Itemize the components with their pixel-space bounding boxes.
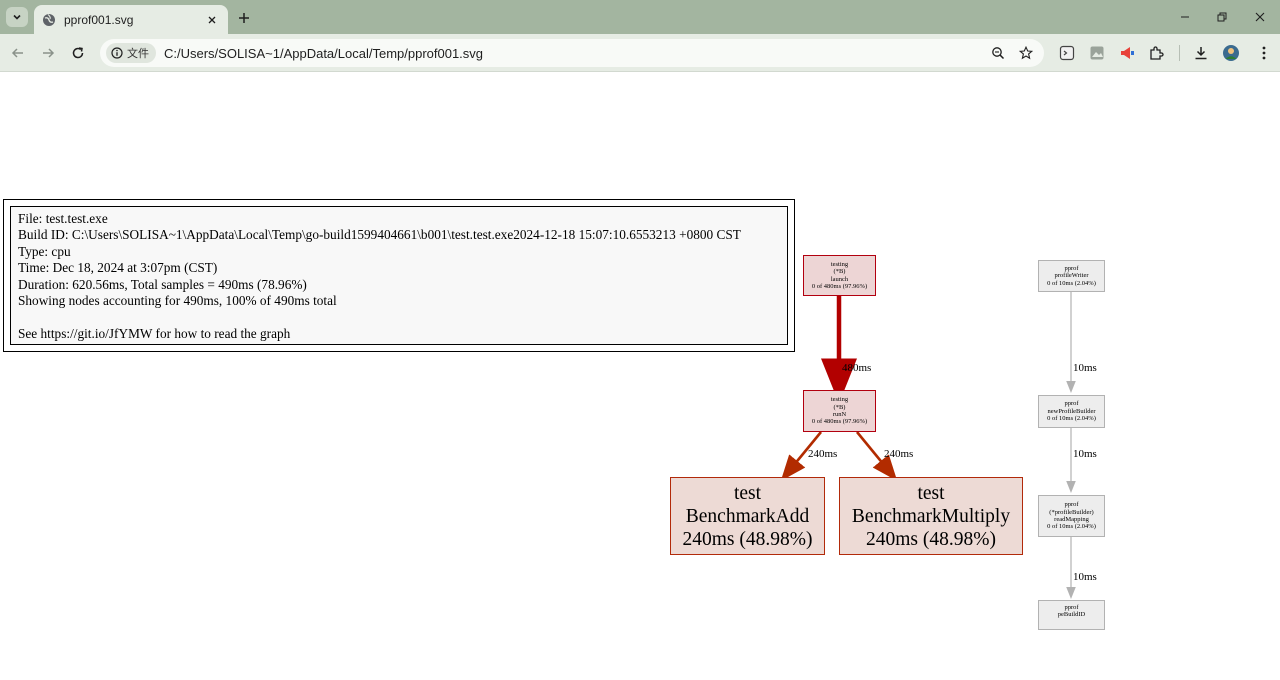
edge-label-runN-multiply: 240ms [884, 448, 914, 460]
legend-box: File: test.test.exe Build ID: C:\Users\S… [3, 199, 795, 352]
terminal-extension-icon [1059, 45, 1075, 61]
node-pprof-readMapping[interactable]: pprof (*profileBuilder) readMapping 0 of… [1038, 495, 1105, 537]
chevron-down-icon [13, 14, 21, 20]
zoom-icon[interactable] [988, 43, 1008, 63]
extension-button-3[interactable] [1117, 43, 1137, 63]
tab-pprof001[interactable]: pprof001.svg [34, 5, 228, 34]
legend-build-id: Build ID: C:\Users\SOLISA~1\AppData\Loca… [18, 227, 741, 243]
node-label: runN [832, 411, 847, 418]
edge-label-writer-builder: 10ms [1073, 362, 1097, 374]
reload-icon [72, 47, 84, 59]
window-close-icon [1255, 12, 1265, 22]
node-label: profileWriter [1054, 272, 1089, 280]
legend-duration: Duration: 620.56ms, Total samples = 490m… [18, 276, 307, 292]
profile-avatar [1223, 45, 1239, 61]
legend-showing: Showing nodes accounting for 490ms, 100%… [18, 292, 337, 308]
tab-list-button[interactable] [6, 7, 28, 27]
extension-button-1[interactable] [1057, 43, 1077, 63]
extensions-button[interactable] [1147, 43, 1167, 63]
node-pprof-peBuildID[interactable]: pprof peBuildID [1038, 600, 1105, 630]
legend-time: Time: Dec 18, 2024 at 3:07pm (CST) [18, 260, 218, 276]
site-info-chip[interactable]: 文件 [106, 43, 156, 63]
info-icon [111, 47, 123, 59]
forward-icon [43, 48, 55, 58]
node-label: pprof [1064, 400, 1079, 408]
node-label: launch [830, 275, 849, 283]
new-tab-button[interactable] [234, 8, 254, 28]
legend-spacer [18, 309, 780, 325]
restore-icon [1217, 12, 1227, 22]
edge-label-runN-add: 240ms [808, 448, 838, 460]
node-label: 240ms (48.98%) [682, 528, 813, 550]
address-bar[interactable]: 文件 C:/Users/SOLISA~1/AppData/Local/Temp/… [100, 39, 1044, 67]
legend-panel: File: test.test.exe Build ID: C:\Users\S… [10, 206, 788, 345]
node-label: 0 of 480ms (97.96%) [811, 418, 868, 426]
plus-icon [239, 13, 249, 23]
site-chip-label: 文件 [127, 48, 149, 60]
node-testing-runN[interactable]: testing (*B) runN 0 of 480ms (97.96%) [803, 390, 876, 432]
node-label: (*B) [833, 403, 846, 411]
node-label: pprof [1064, 604, 1079, 611]
megaphone-icon [1121, 47, 1134, 59]
edge-label-builder-mapping: 10ms [1073, 448, 1097, 460]
node-label: 0 of 10ms (2.04%) [1047, 523, 1096, 531]
node-benchmark-add[interactable]: test BenchmarkAdd 240ms (48.98%) [670, 477, 825, 555]
minimize-icon [1181, 16, 1189, 18]
node-label: 0 of 10ms (2.04%) [1047, 415, 1096, 423]
edge-label-launch-runN: 480ms [842, 362, 872, 374]
globe-icon [42, 13, 56, 27]
star-icon[interactable] [1016, 43, 1036, 63]
tab-title: pprof001.svg [64, 12, 134, 27]
chrome-menu-button[interactable] [1254, 43, 1274, 63]
url-text[interactable]: C:/Users/SOLISA~1/AppData/Local/Temp/ppr… [164, 46, 988, 61]
browser-toolbar: 文件 C:/Users/SOLISA~1/AppData/Local/Temp/… [0, 34, 1280, 72]
node-label: newProfileBuilder [1047, 407, 1096, 415]
node-label: readMapping [1054, 516, 1089, 523]
node-label: pprof [1064, 501, 1079, 509]
node-label: peBuildID [1057, 611, 1086, 619]
back-icon [11, 48, 23, 58]
node-label: testing [830, 260, 849, 268]
close-icon[interactable] [204, 12, 220, 28]
reload-button[interactable] [68, 43, 88, 63]
node-label: (*B) [833, 268, 846, 276]
node-label: pprof [1064, 264, 1079, 272]
node-label: BenchmarkMultiply [851, 505, 1011, 527]
node-pprof-profileWriter[interactable]: pprof profileWriter 0 of 10ms (2.04%) [1038, 260, 1105, 292]
extension-button-2[interactable] [1087, 43, 1107, 63]
node-label: 0 of 480ms (97.96%) [811, 282, 868, 290]
download-icon [1195, 47, 1207, 60]
node-label: test [917, 482, 945, 504]
window-close-button[interactable] [1250, 8, 1270, 26]
tab-strip: pprof001.svg [0, 0, 1280, 34]
node-label: test [733, 482, 762, 504]
legend-type: Type: cpu [18, 243, 71, 259]
node-label: BenchmarkAdd [685, 505, 810, 527]
graph-edges [780, 292, 1076, 599]
forward-button[interactable] [38, 43, 58, 63]
node-benchmark-multiply[interactable]: test BenchmarkMultiply 240ms (48.98%) [839, 477, 1023, 555]
image-extension-icon [1090, 46, 1104, 60]
minimize-button[interactable] [1175, 8, 1195, 26]
node-label: testing [830, 396, 849, 404]
downloads-button[interactable] [1191, 43, 1211, 63]
restore-button[interactable] [1212, 8, 1232, 26]
node-pprof-newProfileBuilder[interactable]: pprof newProfileBuilder 0 of 10ms (2.04%… [1038, 395, 1105, 428]
node-label: (*profileBuilder) [1049, 508, 1094, 516]
node-testing-launch[interactable]: testing (*B) launch 0 of 480ms (97.96%) [803, 255, 876, 296]
toolbar-divider [1179, 45, 1180, 61]
svg-document: File: test.test.exe Build ID: C:\Users\S… [0, 73, 1280, 680]
puzzle-icon [1150, 46, 1164, 60]
node-label: 0 of 10ms (2.04%) [1047, 279, 1096, 287]
more-vert-icon [1262, 46, 1266, 60]
profile-button[interactable] [1221, 43, 1241, 63]
legend-see-link[interactable]: See https://git.io/JfYMW for how to read… [18, 326, 780, 342]
node-label: 240ms (48.98%) [866, 528, 996, 550]
legend-file: File: test.test.exe [18, 211, 108, 226]
back-button[interactable] [8, 43, 28, 63]
edge-label-mapping-pe: 10ms [1073, 571, 1097, 583]
